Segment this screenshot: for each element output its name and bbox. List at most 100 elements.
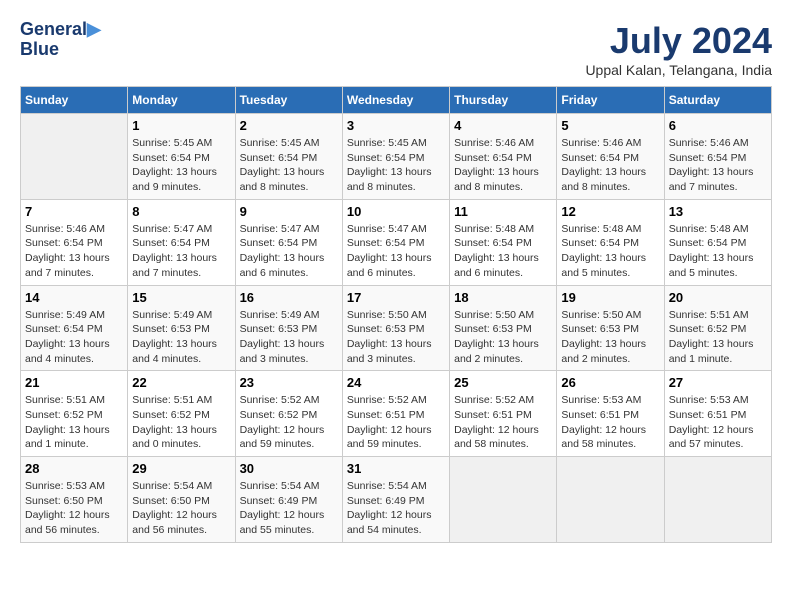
day-info: Sunrise: 5:54 AMSunset: 6:50 PMDaylight:… — [132, 479, 230, 538]
day-number: 2 — [240, 118, 338, 133]
day-info: Sunrise: 5:51 AMSunset: 6:52 PMDaylight:… — [25, 393, 123, 452]
day-info: Sunrise: 5:47 AMSunset: 6:54 PMDaylight:… — [347, 222, 445, 281]
calendar-cell: 20Sunrise: 5:51 AMSunset: 6:52 PMDayligh… — [664, 285, 771, 371]
day-info: Sunrise: 5:51 AMSunset: 6:52 PMDaylight:… — [132, 393, 230, 452]
day-header-saturday: Saturday — [664, 87, 771, 114]
calendar-cell: 30 Sunrise: 5:54 AMSunset: 6:49 PMDayligh… — [235, 457, 342, 543]
calendar-cell: 31 Sunrise: 5:54 AMSunset: 6:49 PMDayligh… — [342, 457, 449, 543]
title-area: July 2024 Uppal Kalan, Telangana, India — [585, 20, 772, 78]
day-number: 11 — [454, 204, 552, 219]
page-header: General▶Blue July 2024 Uppal Kalan, Tela… — [20, 20, 772, 78]
calendar-cell — [450, 457, 557, 543]
day-info: Sunrise: 5:53 AMSunset: 6:51 PMDaylight:… — [561, 393, 659, 452]
day-header-monday: Monday — [128, 87, 235, 114]
calendar-cell: 21Sunrise: 5:51 AMSunset: 6:52 PMDayligh… — [21, 371, 128, 457]
day-number: 16 — [240, 290, 338, 305]
day-info: Sunrise: 5:45 AMSunset: 6:54 PMDaylight:… — [132, 136, 230, 195]
day-info: Sunrise: 5:48 AMSunset: 6:54 PMDaylight:… — [454, 222, 552, 281]
day-number: 30 — [240, 461, 338, 476]
day-header-wednesday: Wednesday — [342, 87, 449, 114]
calendar-cell — [21, 114, 128, 200]
logo: General▶Blue — [20, 20, 101, 60]
day-number: 3 — [347, 118, 445, 133]
day-number: 13 — [669, 204, 767, 219]
calendar-cell: 22 Sunrise: 5:51 AMSunset: 6:52 PMDayligh… — [128, 371, 235, 457]
calendar-cell: 29 Sunrise: 5:54 AMSunset: 6:50 PMDayligh… — [128, 457, 235, 543]
calendar-cell: 3 Sunrise: 5:45 AMSunset: 6:54 PMDaylight… — [342, 114, 449, 200]
day-number: 31 — [347, 461, 445, 476]
day-number: 29 — [132, 461, 230, 476]
calendar-cell: 5 Sunrise: 5:46 AMSunset: 6:54 PMDaylight… — [557, 114, 664, 200]
day-info: Sunrise: 5:47 AMSunset: 6:54 PMDaylight:… — [240, 222, 338, 281]
week-row-1: 1 Sunrise: 5:45 AMSunset: 6:54 PMDaylight… — [21, 114, 772, 200]
day-number: 15 — [132, 290, 230, 305]
day-info: Sunrise: 5:52 AMSunset: 6:51 PMDaylight:… — [454, 393, 552, 452]
calendar-cell — [664, 457, 771, 543]
day-info: Sunrise: 5:54 AMSunset: 6:49 PMDaylight:… — [240, 479, 338, 538]
calendar-table: SundayMondayTuesdayWednesdayThursdayFrid… — [20, 86, 772, 543]
day-info: Sunrise: 5:47 AMSunset: 6:54 PMDaylight:… — [132, 222, 230, 281]
day-number: 12 — [561, 204, 659, 219]
day-number: 22 — [132, 375, 230, 390]
calendar-cell: 25 Sunrise: 5:52 AMSunset: 6:51 PMDayligh… — [450, 371, 557, 457]
calendar-cell: 16 Sunrise: 5:49 AMSunset: 6:53 PMDayligh… — [235, 285, 342, 371]
calendar-cell: 10 Sunrise: 5:47 AMSunset: 6:54 PMDayligh… — [342, 199, 449, 285]
day-info: Sunrise: 5:51 AMSunset: 6:52 PMDaylight:… — [669, 308, 767, 367]
calendar-cell: 24 Sunrise: 5:52 AMSunset: 6:51 PMDayligh… — [342, 371, 449, 457]
day-info: Sunrise: 5:50 AMSunset: 6:53 PMDaylight:… — [347, 308, 445, 367]
calendar-cell: 12Sunrise: 5:48 AMSunset: 6:54 PMDayligh… — [557, 199, 664, 285]
day-number: 8 — [132, 204, 230, 219]
calendar-cell: 4 Sunrise: 5:46 AMSunset: 6:54 PMDaylight… — [450, 114, 557, 200]
day-info: Sunrise: 5:49 AMSunset: 6:53 PMDaylight:… — [240, 308, 338, 367]
day-info: Sunrise: 5:46 AMSunset: 6:54 PMDaylight:… — [454, 136, 552, 195]
day-number: 25 — [454, 375, 552, 390]
day-number: 14 — [25, 290, 123, 305]
calendar-cell: 11 Sunrise: 5:48 AMSunset: 6:54 PMDayligh… — [450, 199, 557, 285]
day-info: Sunrise: 5:45 AMSunset: 6:54 PMDaylight:… — [347, 136, 445, 195]
calendar-cell: 1 Sunrise: 5:45 AMSunset: 6:54 PMDaylight… — [128, 114, 235, 200]
day-info: Sunrise: 5:45 AMSunset: 6:54 PMDaylight:… — [240, 136, 338, 195]
month-year-title: July 2024 — [585, 20, 772, 62]
day-number: 28 — [25, 461, 123, 476]
week-row-3: 14Sunrise: 5:49 AMSunset: 6:54 PMDayligh… — [21, 285, 772, 371]
day-number: 23 — [240, 375, 338, 390]
calendar-cell: 2 Sunrise: 5:45 AMSunset: 6:54 PMDaylight… — [235, 114, 342, 200]
calendar-cell: 9Sunrise: 5:47 AMSunset: 6:54 PMDaylight… — [235, 199, 342, 285]
calendar-cell: 26 Sunrise: 5:53 AMSunset: 6:51 PMDayligh… — [557, 371, 664, 457]
day-info: Sunrise: 5:46 AMSunset: 6:54 PMDaylight:… — [669, 136, 767, 195]
day-info: Sunrise: 5:52 AMSunset: 6:51 PMDaylight:… — [347, 393, 445, 452]
day-number: 18 — [454, 290, 552, 305]
day-number: 24 — [347, 375, 445, 390]
day-number: 10 — [347, 204, 445, 219]
day-header-friday: Friday — [557, 87, 664, 114]
calendar-cell: 13Sunrise: 5:48 AMSunset: 6:54 PMDayligh… — [664, 199, 771, 285]
day-number: 17 — [347, 290, 445, 305]
location-subtitle: Uppal Kalan, Telangana, India — [585, 62, 772, 78]
day-info: Sunrise: 5:46 AMSunset: 6:54 PMDaylight:… — [561, 136, 659, 195]
calendar-cell: 19 Sunrise: 5:50 AMSunset: 6:53 PMDayligh… — [557, 285, 664, 371]
calendar-cell: 15 Sunrise: 5:49 AMSunset: 6:53 PMDayligh… — [128, 285, 235, 371]
day-info: Sunrise: 5:46 AMSunset: 6:54 PMDaylight:… — [25, 222, 123, 281]
day-info: Sunrise: 5:54 AMSunset: 6:49 PMDaylight:… — [347, 479, 445, 538]
calendar-cell — [557, 457, 664, 543]
day-number: 6 — [669, 118, 767, 133]
calendar-cell: 27 Sunrise: 5:53 AMSunset: 6:51 PMDayligh… — [664, 371, 771, 457]
calendar-cell: 8 Sunrise: 5:47 AMSunset: 6:54 PMDaylight… — [128, 199, 235, 285]
day-number: 1 — [132, 118, 230, 133]
day-number: 4 — [454, 118, 552, 133]
week-row-5: 28Sunrise: 5:53 AMSunset: 6:50 PMDayligh… — [21, 457, 772, 543]
calendar-cell: 28Sunrise: 5:53 AMSunset: 6:50 PMDayligh… — [21, 457, 128, 543]
day-info: Sunrise: 5:49 AMSunset: 6:53 PMDaylight:… — [132, 308, 230, 367]
day-number: 7 — [25, 204, 123, 219]
day-info: Sunrise: 5:53 AMSunset: 6:51 PMDaylight:… — [669, 393, 767, 452]
day-header-thursday: Thursday — [450, 87, 557, 114]
day-number: 26 — [561, 375, 659, 390]
day-info: Sunrise: 5:50 AMSunset: 6:53 PMDaylight:… — [561, 308, 659, 367]
week-row-2: 7 Sunrise: 5:46 AMSunset: 6:54 PMDaylight… — [21, 199, 772, 285]
day-number: 19 — [561, 290, 659, 305]
day-number: 5 — [561, 118, 659, 133]
calendar-cell: 6 Sunrise: 5:46 AMSunset: 6:54 PMDaylight… — [664, 114, 771, 200]
day-number: 27 — [669, 375, 767, 390]
day-info: Sunrise: 5:52 AMSunset: 6:52 PMDaylight:… — [240, 393, 338, 452]
header-row: SundayMondayTuesdayWednesdayThursdayFrid… — [21, 87, 772, 114]
